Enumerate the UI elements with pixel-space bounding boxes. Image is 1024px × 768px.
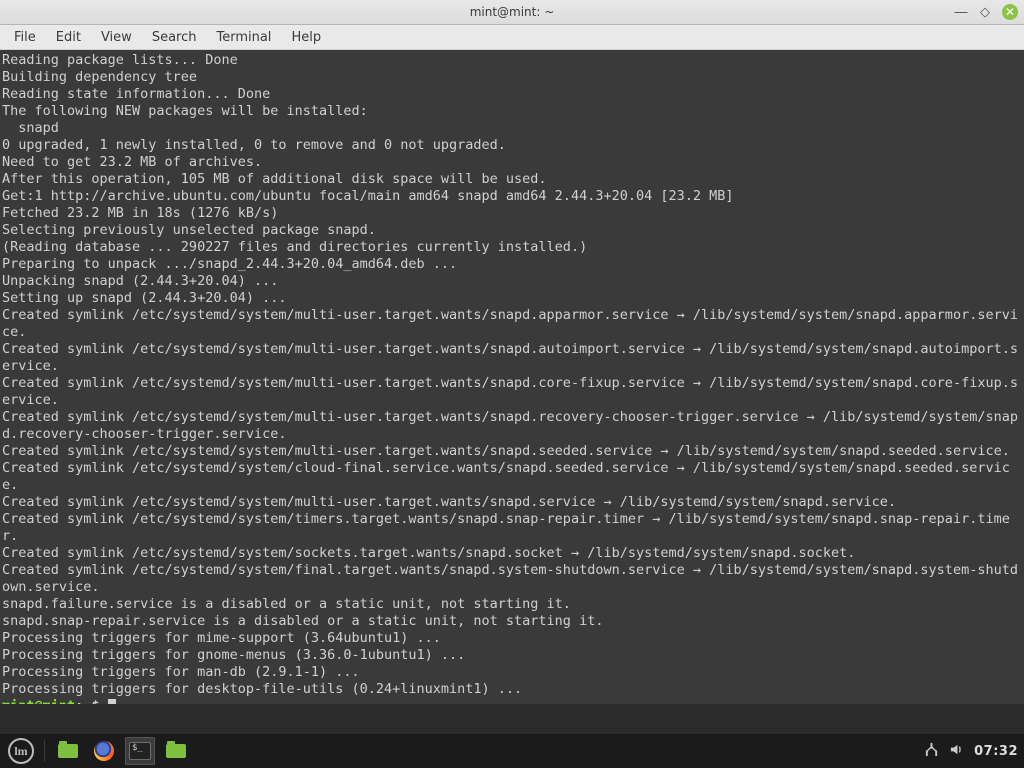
window-title: mint@mint: ~	[470, 5, 555, 19]
taskbar: lm 07:32	[0, 734, 1024, 768]
maximize-button[interactable]: ◇	[978, 5, 992, 19]
divider	[44, 740, 45, 762]
menu-help[interactable]: Help	[283, 28, 329, 47]
terminal-line: The following NEW packages will be insta…	[2, 103, 1022, 120]
terminal-line: Processing triggers for desktop-file-uti…	[2, 681, 1022, 698]
mint-logo-icon: lm	[8, 738, 34, 764]
clock[interactable]: 07:32	[974, 744, 1018, 759]
network-icon[interactable]	[924, 742, 939, 761]
terminal-line: Created symlink /etc/systemd/system/time…	[2, 511, 1022, 545]
terminal-line: snapd	[2, 120, 1022, 137]
terminal-line: Created symlink /etc/systemd/system/mult…	[2, 375, 1022, 409]
terminal-line: Created symlink /etc/systemd/system/mult…	[2, 341, 1022, 375]
menu-file[interactable]: File	[6, 28, 44, 47]
terminal-line: snapd.failure.service is a disabled or a…	[2, 596, 1022, 613]
terminal-line: Fetched 23.2 MB in 18s (1276 kB/s)	[2, 205, 1022, 222]
terminal-line: Created symlink /etc/systemd/system/clou…	[2, 460, 1022, 494]
menu-view[interactable]: View	[93, 28, 140, 47]
terminal-line: Reading state information... Done	[2, 86, 1022, 103]
terminal-line: Processing triggers for mime-support (3.…	[2, 630, 1022, 647]
close-button[interactable]: ✕	[1002, 4, 1018, 20]
terminal-line: Created symlink /etc/systemd/system/mult…	[2, 443, 1022, 460]
terminal-line: Unpacking snapd (2.44.3+20.04) ...	[2, 273, 1022, 290]
terminal-line: Created symlink /etc/systemd/system/mult…	[2, 307, 1022, 341]
terminal-line: Created symlink /etc/systemd/system/mult…	[2, 494, 1022, 511]
firefox-icon	[94, 741, 114, 761]
terminal-line: (Reading database ... 290227 files and d…	[2, 239, 1022, 256]
folder-icon	[166, 744, 186, 758]
terminal-line: Preparing to unpack .../snapd_2.44.3+20.…	[2, 256, 1022, 273]
terminal-line: After this operation, 105 MB of addition…	[2, 171, 1022, 188]
menu-edit[interactable]: Edit	[48, 28, 89, 47]
window-controls: ― ◇ ✕	[954, 0, 1018, 24]
terminal-output[interactable]: Reading package lists... DoneBuilding de…	[0, 50, 1024, 704]
menu-search[interactable]: Search	[144, 28, 205, 47]
terminal-line: Created symlink /etc/systemd/system/fina…	[2, 562, 1022, 596]
terminal-line: Reading package lists... Done	[2, 52, 1022, 69]
menubar: File Edit View Search Terminal Help	[0, 25, 1024, 50]
firefox-launcher[interactable]	[89, 737, 119, 765]
start-menu-button[interactable]: lm	[6, 737, 36, 765]
minimize-button[interactable]: ―	[954, 5, 968, 19]
terminal-line: Get:1 http://archive.ubuntu.com/ubuntu f…	[2, 188, 1022, 205]
terminal-line: snapd.snap-repair.service is a disabled …	[2, 613, 1022, 630]
folder-icon	[58, 744, 78, 758]
terminal-line: Building dependency tree	[2, 69, 1022, 86]
terminal-line: Created symlink /etc/systemd/system/sock…	[2, 545, 1022, 562]
terminal-line: Selecting previously unselected package …	[2, 222, 1022, 239]
close-icon: ✕	[1005, 5, 1015, 19]
terminal-line: Created symlink /etc/systemd/system/mult…	[2, 409, 1022, 443]
terminal-line: 0 upgraded, 1 newly installed, 0 to remo…	[2, 137, 1022, 154]
terminal-launcher[interactable]	[125, 737, 155, 765]
show-desktop-button[interactable]	[53, 737, 83, 765]
terminal-line: Processing triggers for gnome-menus (3.3…	[2, 647, 1022, 664]
desktop-background[interactable]	[0, 704, 1024, 734]
menu-terminal[interactable]: Terminal	[208, 28, 279, 47]
sound-icon[interactable]	[949, 742, 964, 761]
terminal-line: Setting up snapd (2.44.3+20.04) ...	[2, 290, 1022, 307]
terminal-line: Processing triggers for man-db (2.9.1-1)…	[2, 664, 1022, 681]
terminal-icon	[129, 742, 151, 760]
files-launcher[interactable]	[161, 737, 191, 765]
titlebar[interactable]: mint@mint: ~ ― ◇ ✕	[0, 0, 1024, 25]
terminal-window: mint@mint: ~ ― ◇ ✕ File Edit View Search…	[0, 0, 1024, 768]
terminal-line: Need to get 23.2 MB of archives.	[2, 154, 1022, 171]
